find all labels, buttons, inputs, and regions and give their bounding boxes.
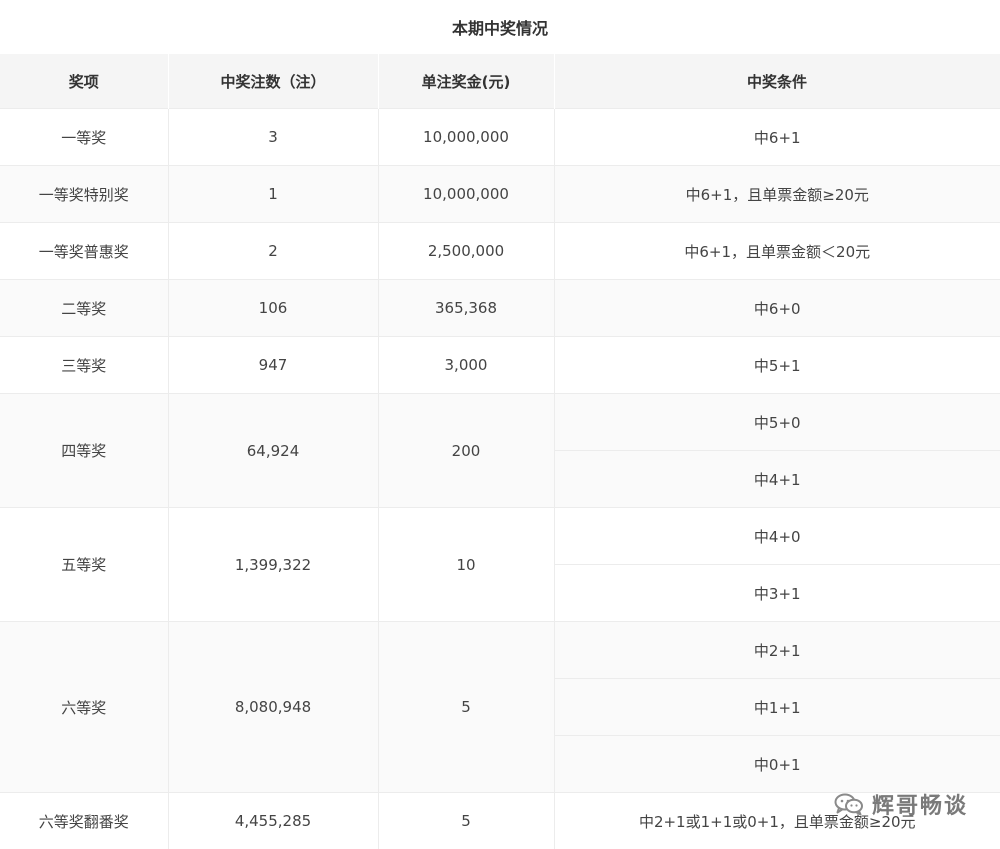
win-count-cell: 2: [168, 223, 378, 280]
prize-amount-cell: 5: [378, 622, 554, 793]
prize-name-cell: 六等奖翻番奖: [0, 793, 168, 849]
prize-name-cell: 四等奖: [0, 394, 168, 508]
table-row: 一等奖特别奖110,000,000中6+1，且单票金额≥20元: [0, 166, 1000, 223]
header-prize: 奖项: [0, 54, 168, 109]
header-amount: 单注奖金(元): [378, 54, 554, 109]
prize-name-cell: 一等奖特别奖: [0, 166, 168, 223]
page-title: 本期中奖情况: [0, 0, 1000, 54]
prize-amount-cell: 5: [378, 793, 554, 849]
win-count-cell: 3: [168, 109, 378, 166]
prize-amount-cell: 200: [378, 394, 554, 508]
prize-amount-cell: 365,368: [378, 280, 554, 337]
win-count-cell: 1: [168, 166, 378, 223]
win-count-cell: 64,924: [168, 394, 378, 508]
prize-amount-cell: 2,500,000: [378, 223, 554, 280]
prize-table: 奖项 中奖注数（注） 单注奖金(元) 中奖条件 一等奖310,000,000中6…: [0, 54, 1000, 849]
table-row: 六等奖8,080,9485中2+1: [0, 622, 1000, 679]
condition-cell: 中2+1: [554, 622, 1000, 679]
condition-cell: 中1+1: [554, 679, 1000, 736]
header-count: 中奖注数（注）: [168, 54, 378, 109]
condition-cell: 中6+1，且单票金额＜20元: [554, 223, 1000, 280]
table-row: 五等奖1,399,32210中4+0: [0, 508, 1000, 565]
win-count-cell: 947: [168, 337, 378, 394]
condition-cell: 中5+0: [554, 394, 1000, 451]
prize-amount-cell: 3,000: [378, 337, 554, 394]
table-header-row: 奖项 中奖注数（注） 单注奖金(元) 中奖条件: [0, 54, 1000, 109]
condition-cell: 中4+0: [554, 508, 1000, 565]
wechat-icon: [834, 792, 864, 816]
prize-name-cell: 五等奖: [0, 508, 168, 622]
table-row: 一等奖310,000,000中6+1: [0, 109, 1000, 166]
condition-cell: 中6+0: [554, 280, 1000, 337]
prize-name-cell: 一等奖: [0, 109, 168, 166]
win-count-cell: 4,455,285: [168, 793, 378, 849]
table-body: 一等奖310,000,000中6+1一等奖特别奖110,000,000中6+1，…: [0, 109, 1000, 849]
condition-cell: 中6+1: [554, 109, 1000, 166]
condition-cell: 中0+1: [554, 736, 1000, 793]
condition-cell: 中4+1: [554, 451, 1000, 508]
table-row: 三等奖9473,000中5+1: [0, 337, 1000, 394]
table-row: 四等奖64,924200中5+0: [0, 394, 1000, 451]
win-count-cell: 8,080,948: [168, 622, 378, 793]
prize-name-cell: 三等奖: [0, 337, 168, 394]
watermark: 辉哥畅谈: [834, 788, 968, 820]
watermark-text: 辉哥畅谈: [872, 788, 968, 820]
prize-amount-cell: 10: [378, 508, 554, 622]
condition-cell: 中3+1: [554, 565, 1000, 622]
prize-amount-cell: 10,000,000: [378, 166, 554, 223]
table-row: 一等奖普惠奖22,500,000中6+1，且单票金额＜20元: [0, 223, 1000, 280]
prize-name-cell: 一等奖普惠奖: [0, 223, 168, 280]
header-condition: 中奖条件: [554, 54, 1000, 109]
condition-cell: 中6+1，且单票金额≥20元: [554, 166, 1000, 223]
table-row: 二等奖106365,368中6+0: [0, 280, 1000, 337]
prize-name-cell: 二等奖: [0, 280, 168, 337]
prize-amount-cell: 10,000,000: [378, 109, 554, 166]
win-count-cell: 106: [168, 280, 378, 337]
prize-name-cell: 六等奖: [0, 622, 168, 793]
win-count-cell: 1,399,322: [168, 508, 378, 622]
condition-cell: 中5+1: [554, 337, 1000, 394]
